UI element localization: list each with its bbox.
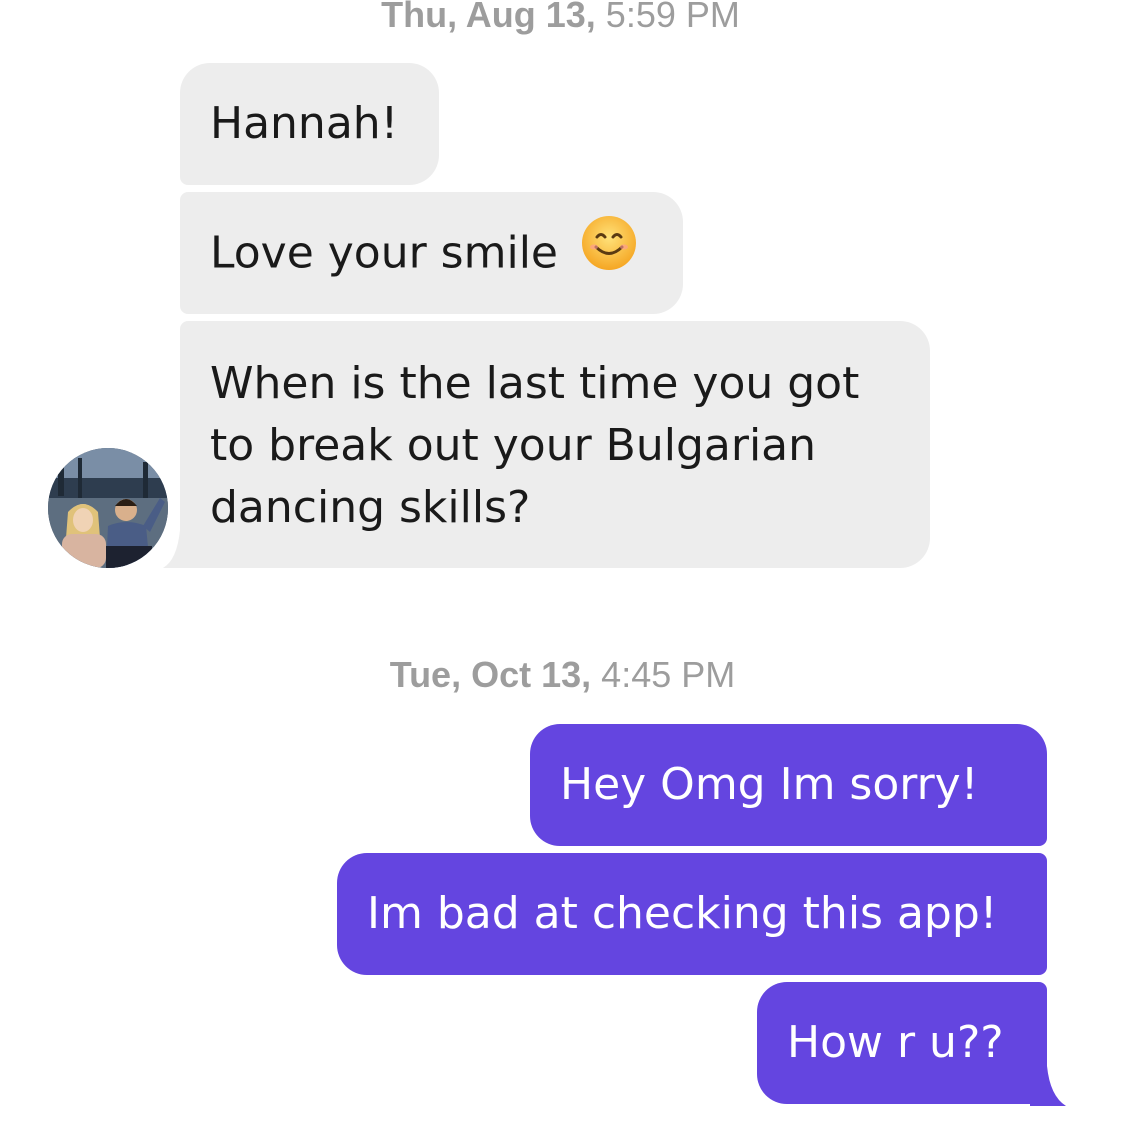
timestamp-day: Tue, Oct 13, xyxy=(389,654,592,695)
message-text-line: When is the last time you got xyxy=(210,358,860,409)
incoming-bubble-tail xyxy=(163,530,193,568)
message-text: Im bad at checking this app! xyxy=(367,888,998,939)
timestamp-oct-13: Tue, Oct 13, 4:45 PM xyxy=(0,654,1125,696)
message-text: Hey Omg Im sorry! xyxy=(560,759,979,810)
message-text: Hannah! xyxy=(210,98,399,149)
outgoing-bubble-tail xyxy=(1030,1066,1066,1106)
timestamp-time: 4:45 PM xyxy=(601,654,736,695)
incoming-message-bubble[interactable]: Love your smile xyxy=(180,192,683,314)
smiling-face-icon xyxy=(580,214,638,289)
outgoing-message-bubble[interactable]: Im bad at checking this app! xyxy=(337,853,1047,975)
incoming-message-bubble[interactable]: When is the last time you got to break o… xyxy=(180,321,930,568)
message-text: How r u?? xyxy=(787,1017,1004,1068)
timestamp-aug-13: Thu, Aug 13, 5:59 PM xyxy=(0,0,1123,36)
message-text-line: to break out your Bulgarian xyxy=(210,420,817,471)
message-text: Love your smile xyxy=(210,227,558,279)
timestamp-day: Thu, Aug 13, xyxy=(381,0,596,35)
sender-avatar[interactable] xyxy=(48,448,168,568)
outgoing-message-bubble[interactable]: Hey Omg Im sorry! xyxy=(530,724,1047,846)
timestamp-time: 5:59 PM xyxy=(605,0,740,35)
outgoing-message-bubble[interactable]: How r u?? xyxy=(757,982,1047,1104)
incoming-message-bubble[interactable]: Hannah! xyxy=(180,63,439,185)
message-text-line: dancing skills? xyxy=(210,482,531,533)
